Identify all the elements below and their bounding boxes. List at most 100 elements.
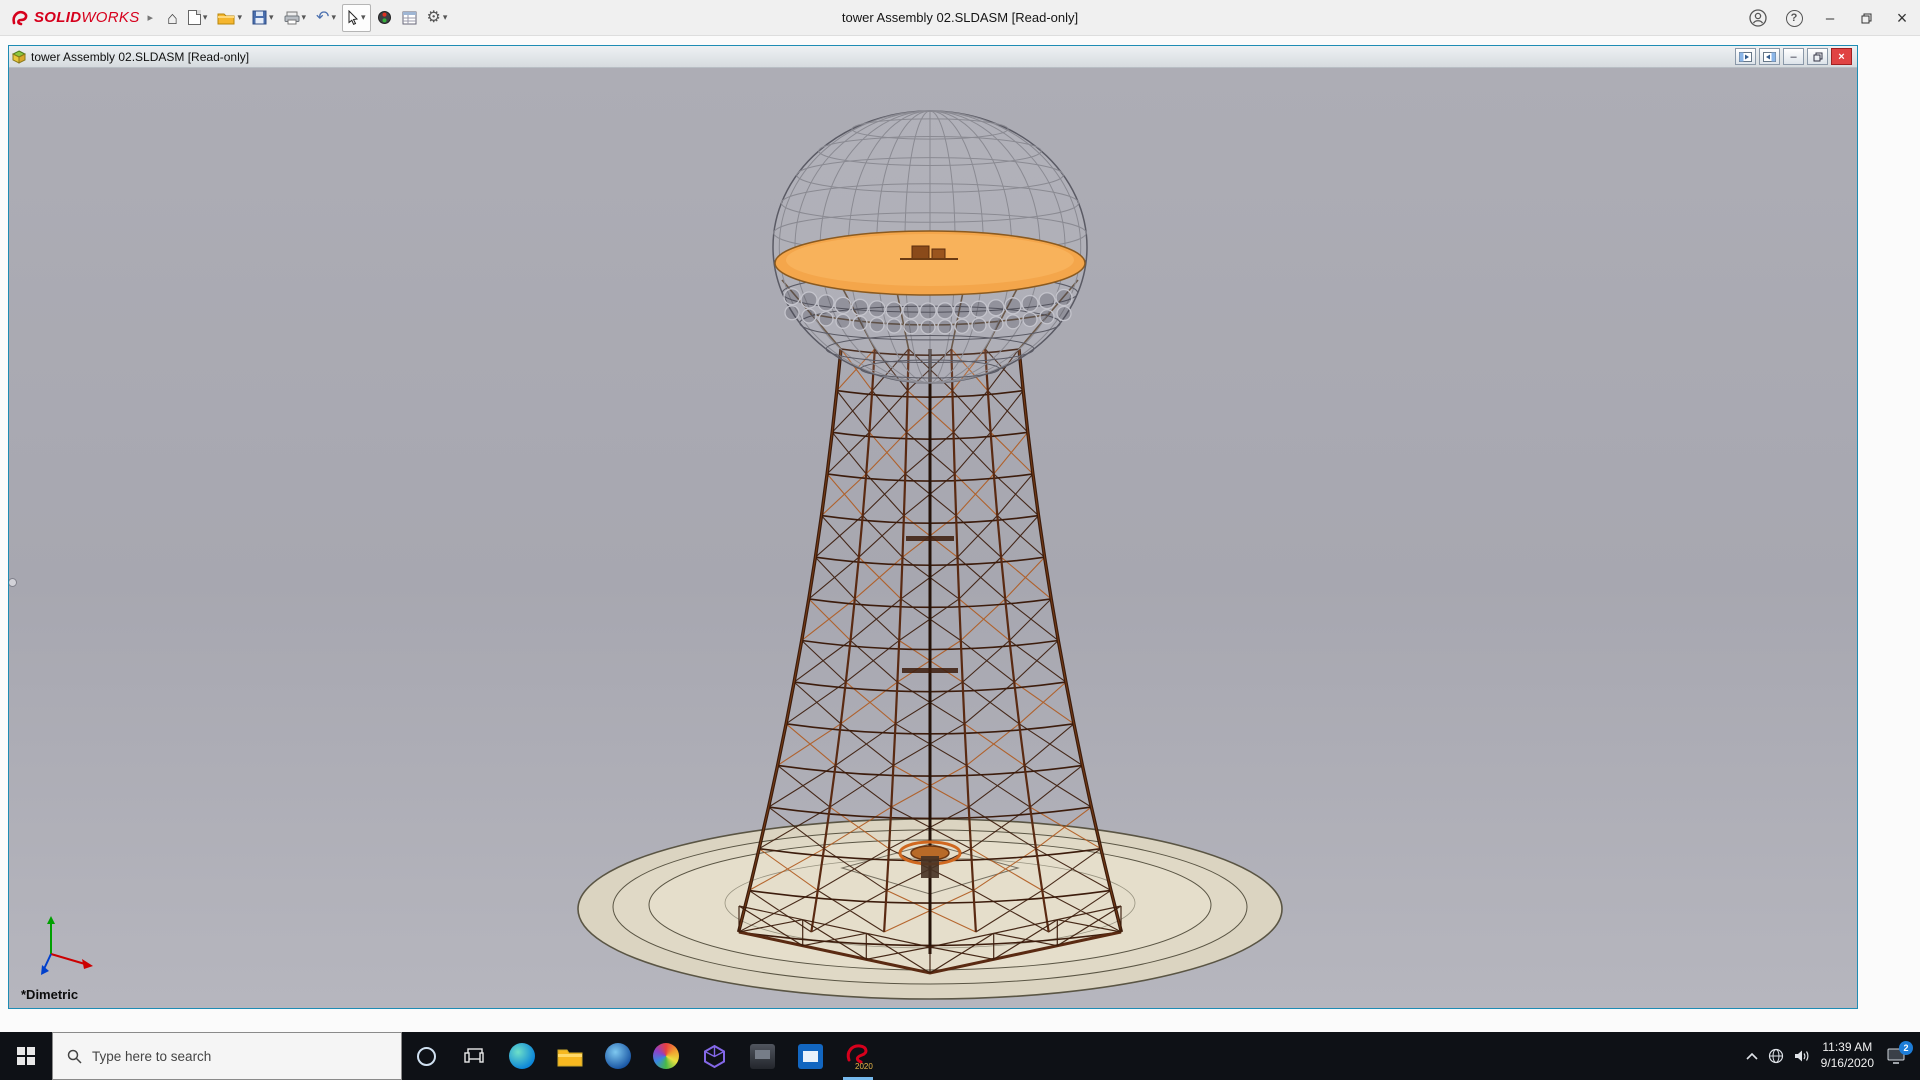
doc-restore-button[interactable] [1807, 48, 1828, 65]
taskbar-app-file-explorer[interactable] [546, 1032, 594, 1080]
settings-button[interactable]: ⚙ ▾ [423, 4, 452, 32]
client-area: tower Assembly 02.SLDASM [Read-only] [0, 36, 1920, 1032]
system-tray: 11:39 AM 9/16/2020 2 [1746, 1040, 1920, 1071]
save-caret-icon[interactable]: ▾ [269, 12, 274, 23]
screen: SOLIDWORKS ▸ ⌂ ▾ ▾ [0, 0, 1920, 1080]
save-icon [252, 10, 267, 25]
doc-close-icon: × [1838, 51, 1844, 63]
model-canvas [9, 68, 1857, 1008]
home-button[interactable]: ⌂ [163, 4, 182, 32]
task-view-icon [464, 1047, 484, 1065]
menu-expander-icon[interactable]: ▸ [148, 11, 154, 24]
file-explorer-icon [557, 1046, 583, 1067]
taskbar-search-input[interactable]: Type here to search [52, 1032, 402, 1080]
taskbar-app-photos[interactable] [642, 1032, 690, 1080]
taskbar-app-dark[interactable] [738, 1032, 786, 1080]
assembly-cube-icon [12, 50, 26, 64]
new-document-button[interactable]: ▾ [184, 4, 212, 32]
home-icon: ⌂ [167, 9, 178, 27]
tray-chevron-up-icon[interactable] [1746, 1052, 1758, 1060]
pane-toggle-right-icon [1763, 52, 1776, 62]
browser-globe-icon [605, 1043, 631, 1069]
clock-time: 11:39 AM [1821, 1040, 1874, 1056]
solidworks-logo: SOLIDWORKS [10, 8, 140, 28]
pane-toggle-left-icon [1739, 52, 1752, 62]
select-tool-button[interactable]: ▾ [342, 4, 371, 32]
document-titlebar[interactable]: tower Assembly 02.SLDASM [Read-only] [9, 46, 1857, 68]
dark-app-icon [750, 1044, 775, 1069]
solidworks-app-icon: 2020 [843, 1041, 873, 1071]
brand-text: SOLIDWORKS [34, 9, 140, 26]
photos-icon [653, 1043, 679, 1069]
cube-3d-icon [702, 1044, 727, 1069]
app-titlebar: SOLIDWORKS ▸ ⌂ ▾ ▾ [0, 0, 1920, 36]
help-icon: ? [1786, 10, 1803, 27]
taskbar-app-3d-viewer[interactable] [690, 1032, 738, 1080]
view-orientation-label: *Dimetric [21, 987, 78, 1002]
cortana-button[interactable] [402, 1032, 450, 1080]
taskbar-app-edge[interactable] [498, 1032, 546, 1080]
main-toolbar: ⌂ ▾ ▾ ▾ [163, 4, 451, 32]
undo-button[interactable]: ↶ ▾ [312, 4, 340, 32]
account-button[interactable] [1740, 0, 1776, 36]
rebuild-status-button[interactable] [373, 4, 396, 32]
doc-close-button[interactable]: × [1831, 48, 1852, 65]
tray-app-button[interactable]: 2 [1884, 1046, 1908, 1066]
taskbar-clock[interactable]: 11:39 AM 9/16/2020 [1821, 1040, 1874, 1071]
document-window: tower Assembly 02.SLDASM [Read-only] [8, 45, 1858, 1009]
status-sphere-icon [377, 10, 392, 25]
pane-toggle-left-button[interactable] [1735, 48, 1756, 65]
doc-minimize-icon: – [1790, 51, 1796, 63]
taskbar-app-browser[interactable] [594, 1032, 642, 1080]
taskbar-app-blue[interactable] [786, 1032, 834, 1080]
task-view-button[interactable] [450, 1032, 498, 1080]
doc-restore-icon [1813, 52, 1823, 62]
undo-caret-icon[interactable]: ▾ [331, 12, 336, 23]
edge-icon [509, 1043, 535, 1069]
solidworks-year-label: 2020 [855, 1062, 873, 1071]
open-button[interactable]: ▾ [213, 4, 246, 32]
close-icon: × [1897, 8, 1908, 29]
taskbar-app-solidworks[interactable]: 2020 [834, 1032, 882, 1080]
cortana-icon [417, 1047, 436, 1066]
window-controls: ? – × [1740, 0, 1920, 36]
print-button[interactable]: ▾ [280, 4, 311, 32]
windows-logo-icon [17, 1047, 35, 1065]
properties-table-button[interactable] [398, 4, 421, 32]
print-icon [284, 11, 300, 25]
document-window-buttons: – × [1735, 48, 1854, 65]
restore-icon [1861, 13, 1872, 24]
tray-badge: 2 [1899, 1041, 1913, 1055]
volume-icon[interactable] [1794, 1049, 1811, 1063]
close-button[interactable]: × [1884, 0, 1920, 36]
account-icon [1749, 9, 1767, 27]
pane-toggle-right-button[interactable] [1759, 48, 1780, 65]
print-caret-icon[interactable]: ▾ [302, 12, 307, 23]
doc-minimize-button[interactable]: – [1783, 48, 1804, 65]
app-window-title: tower Assembly 02.SLDASM [Read-only] [842, 10, 1078, 25]
minimize-button[interactable]: – [1812, 0, 1848, 36]
open-caret-icon[interactable]: ▾ [237, 12, 242, 23]
taskbar: Type here to search [0, 1032, 1920, 1080]
blue-app-icon [798, 1044, 823, 1069]
open-folder-icon [217, 11, 235, 25]
start-button[interactable] [0, 1032, 52, 1080]
graphics-area[interactable]: *Dimetric [9, 68, 1857, 1008]
undo-icon: ↶ [316, 10, 329, 26]
minimize-icon: – [1826, 10, 1834, 27]
brand-bold: SOLID [34, 9, 81, 26]
select-cursor-icon [347, 10, 359, 25]
network-icon[interactable] [1768, 1048, 1784, 1064]
search-icon [66, 1048, 82, 1064]
new-document-icon [188, 10, 201, 25]
search-placeholder-text: Type here to search [92, 1049, 211, 1064]
clock-date: 9/16/2020 [1821, 1056, 1874, 1072]
save-button[interactable]: ▾ [248, 4, 278, 32]
select-caret-icon[interactable]: ▾ [361, 12, 366, 23]
new-document-caret-icon[interactable]: ▾ [203, 12, 208, 23]
help-button[interactable]: ? [1776, 0, 1812, 36]
gear-icon: ⚙ [427, 10, 441, 26]
table-icon [402, 11, 417, 25]
settings-caret-icon[interactable]: ▾ [443, 12, 448, 23]
maximize-button[interactable] [1848, 0, 1884, 36]
